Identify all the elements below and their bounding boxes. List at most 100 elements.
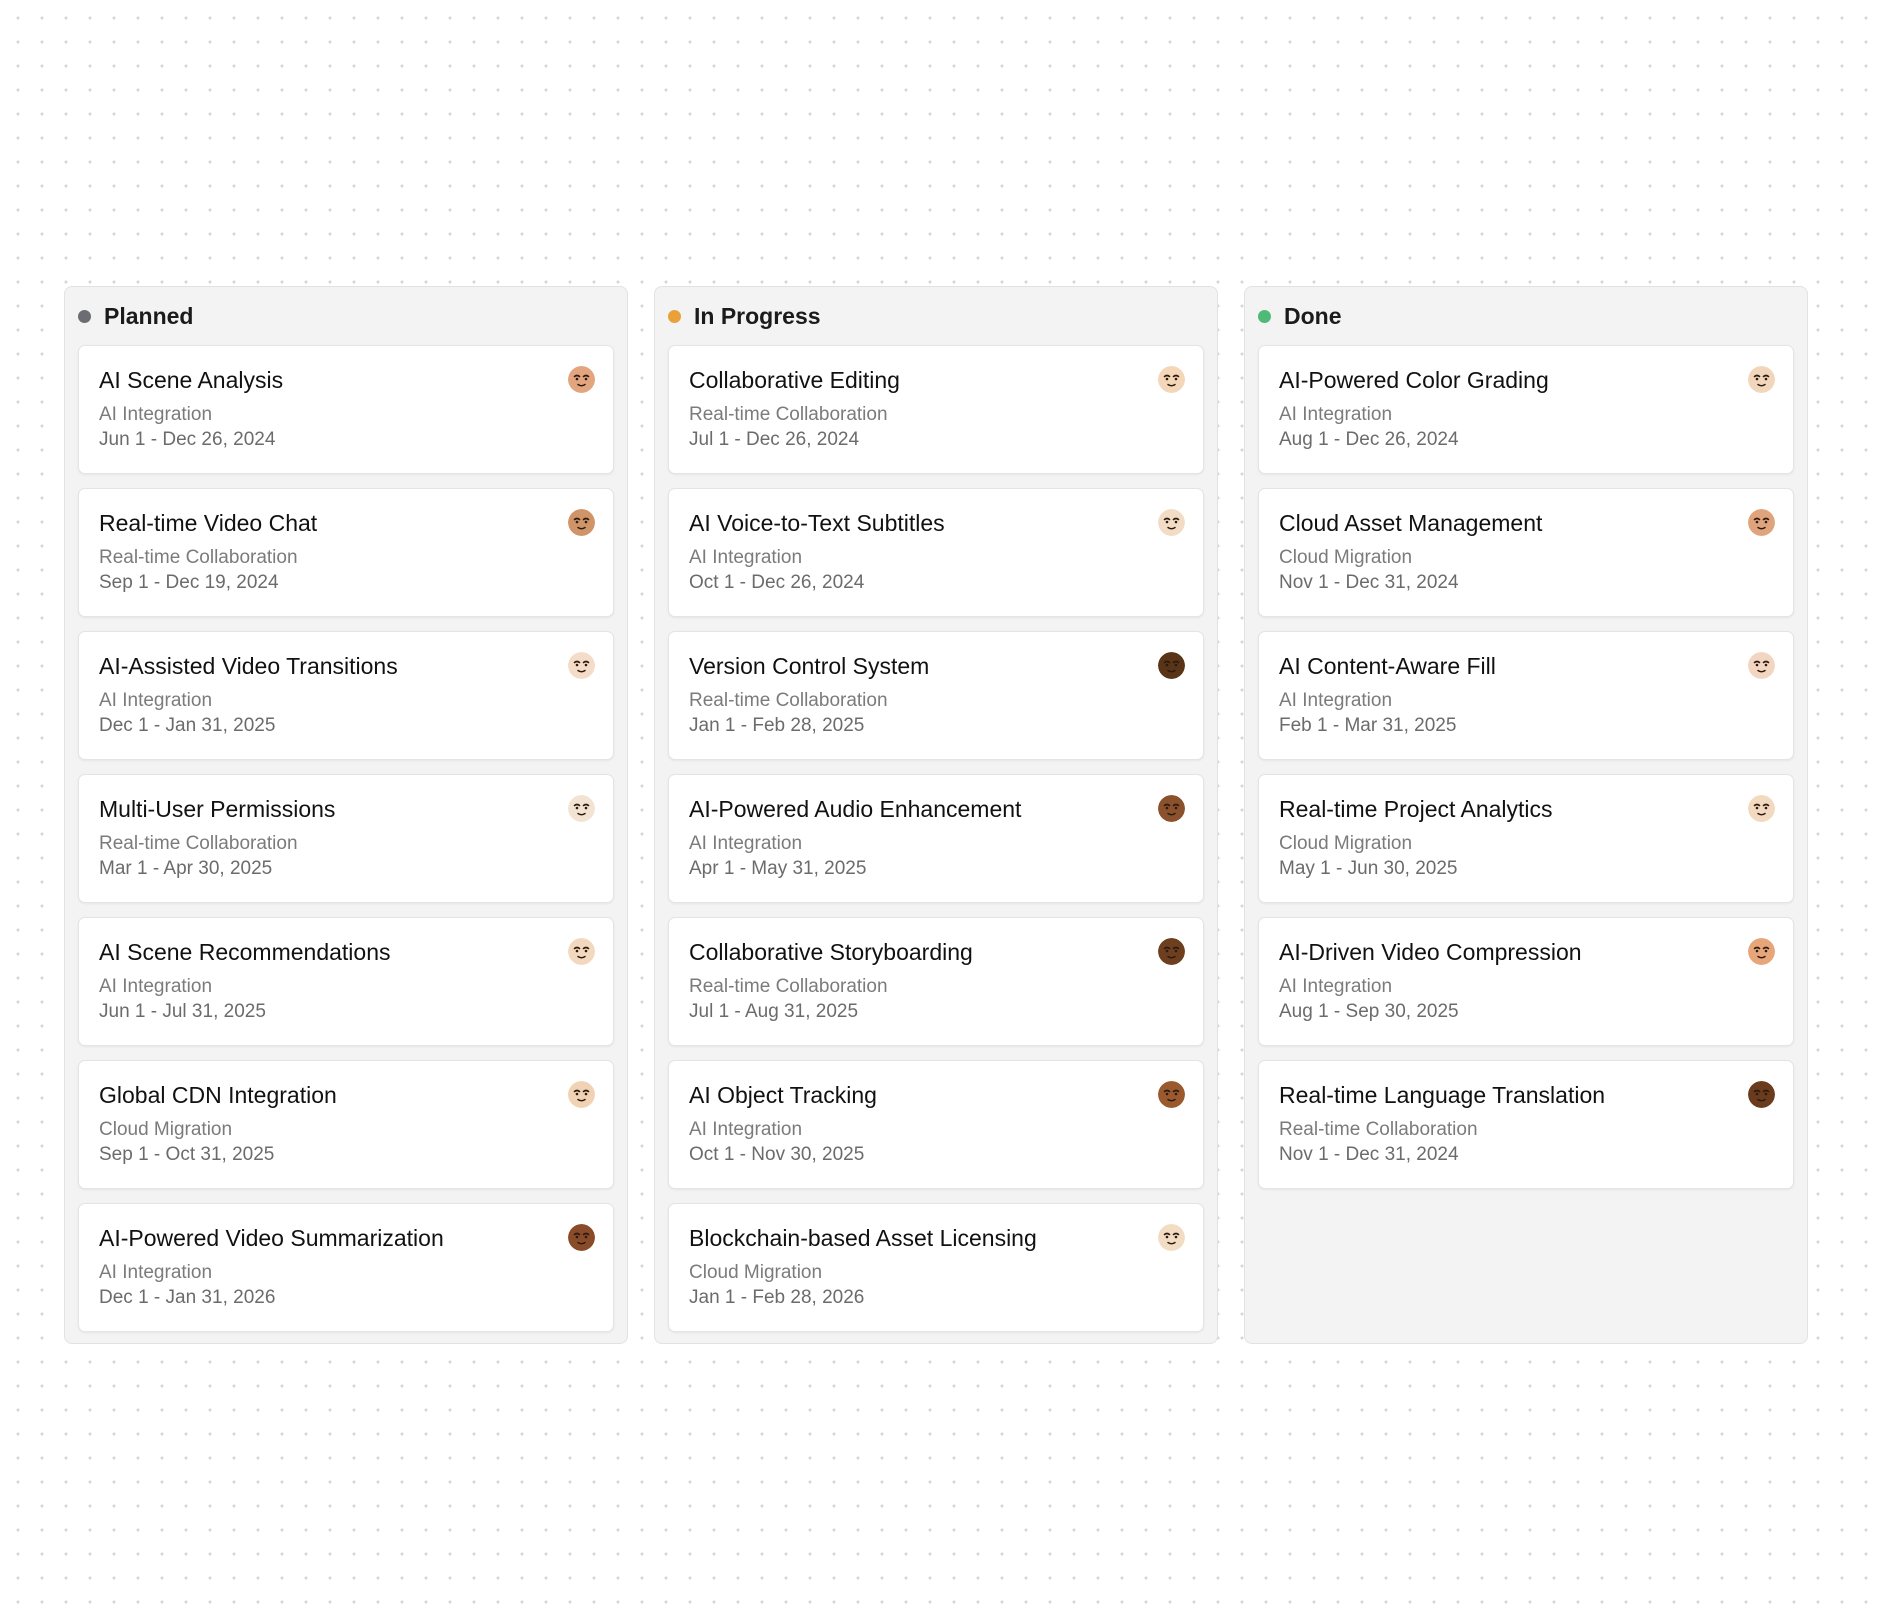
wink-face-icon (1158, 938, 1185, 965)
card-date-range: Oct 1 - Dec 26, 2024 (689, 572, 865, 593)
task-card[interactable]: AI-Driven Video Compression AI Integratio… (1258, 917, 1794, 1046)
column-title: In Progress (694, 302, 821, 329)
surprised-face-icon (568, 652, 595, 679)
avatar[interactable] (1748, 938, 1775, 965)
card-date-range: Apr 1 - May 31, 2025 (689, 858, 867, 879)
avatar[interactable] (1158, 938, 1185, 965)
avatar[interactable] (568, 938, 595, 965)
smirk-face-icon (1748, 366, 1775, 393)
task-card[interactable]: AI Scene Recommendations AI Integration Ju… (78, 917, 614, 1046)
avatar[interactable] (568, 1081, 595, 1108)
card-title: Collaborative Storyboarding (689, 939, 973, 965)
task-card[interactable]: Multi-User Permissions Real-time Collabor… (78, 774, 614, 903)
task-card[interactable]: Version Control System Real-time Collabor… (668, 631, 1204, 760)
card-category: Real-time Collaboration (99, 547, 298, 568)
task-card[interactable]: AI-Powered Audio Enhancement AI Integrati… (668, 774, 1204, 903)
column-header: Planned (78, 287, 614, 345)
card-list: AI Scene Analysis AI Integration Jun 1 - D… (78, 345, 614, 1332)
task-card[interactable]: Collaborative Storyboarding Real-time Col… (668, 917, 1204, 1046)
card-title: AI Voice-to-Text Subtitles (689, 510, 945, 536)
task-card[interactable]: AI-Powered Video Summarization AI Integra… (78, 1203, 614, 1332)
task-card[interactable]: Global CDN Integration Cloud Migration Sep… (78, 1060, 614, 1189)
wink-face-icon (1748, 795, 1775, 822)
happy-face-icon (1158, 366, 1185, 393)
column-header: In Progress (668, 287, 1204, 345)
card-title: AI-Powered Color Grading (1279, 367, 1549, 393)
calm-face-icon (568, 795, 595, 822)
avatar[interactable] (568, 1224, 595, 1251)
card-title: AI Scene Recommendations (99, 939, 391, 965)
avatar[interactable] (1748, 509, 1775, 536)
task-card[interactable]: AI Content-Aware Fill AI Integration Feb 1… (1258, 631, 1794, 760)
shocked-face-icon (568, 1224, 595, 1251)
card-date-range: Nov 1 - Dec 31, 2024 (1279, 1144, 1459, 1165)
card-category: AI Integration (689, 833, 803, 854)
task-card[interactable]: Real-time Video Chat Real-time Collaborat… (78, 488, 614, 617)
column-done: Done AI-Powered Color Grading AI Integrati… (1244, 286, 1808, 1344)
task-card[interactable]: AI Scene Analysis AI Integration Jun 1 - D… (78, 345, 614, 474)
avatar[interactable] (1748, 652, 1775, 679)
card-category: Real-time Collaboration (99, 833, 298, 854)
status-dot-icon (1258, 309, 1271, 323)
card-title: AI Content-Aware Fill (1279, 653, 1496, 679)
card-title: AI Object Tracking (689, 1082, 877, 1108)
avatar[interactable] (568, 795, 595, 822)
task-card[interactable]: AI-Assisted Video Transitions AI Integrat… (78, 631, 614, 760)
avatar[interactable] (1748, 795, 1775, 822)
sleepy-face-icon (1158, 652, 1185, 679)
card-category: Cloud Migration (99, 1119, 233, 1140)
avatar[interactable] (1748, 366, 1775, 393)
card-title: Version Control System (689, 653, 930, 679)
card-category: Cloud Migration (1279, 833, 1413, 854)
card-date-range: Jun 1 - Dec 26, 2024 (99, 429, 276, 450)
card-category: Real-time Collaboration (689, 976, 888, 997)
column-planned: Planned AI Scene Analysis AI Integration Ju… (64, 286, 628, 1344)
task-card[interactable]: Collaborative Editing Real-time Collabora… (668, 345, 1204, 474)
card-title: Real-time Video Chat (99, 510, 318, 536)
card-category: AI Integration (1279, 976, 1393, 997)
squint-face-icon (568, 366, 595, 393)
card-date-range: Jun 1 - Jul 31, 2025 (99, 1001, 266, 1022)
avatar[interactable] (1158, 509, 1185, 536)
card-date-range: Aug 1 - Dec 26, 2024 (1279, 429, 1459, 450)
card-date-range: Dec 1 - Jan 31, 2025 (99, 715, 276, 736)
task-card[interactable]: Blockchain-based Asset Licensing Cloud Mi… (668, 1203, 1204, 1332)
avatar[interactable] (568, 652, 595, 679)
card-title: Multi-User Permissions (99, 796, 336, 822)
avatar[interactable] (1158, 652, 1185, 679)
task-card[interactable]: Real-time Project Analytics Cloud Migrati… (1258, 774, 1794, 903)
avatar[interactable] (1158, 1224, 1185, 1251)
card-list: Collaborative Editing Real-time Collabora… (668, 345, 1204, 1332)
task-card[interactable]: Cloud Asset Management Cloud Migration Nov… (1258, 488, 1794, 617)
card-date-range: Sep 1 - Oct 31, 2025 (99, 1144, 275, 1165)
card-title: AI-Powered Audio Enhancement (689, 796, 1022, 822)
determined-face-icon (1748, 938, 1775, 965)
task-card[interactable]: Real-time Language Translation Real-time … (1258, 1060, 1794, 1189)
tongue-face-icon (1748, 652, 1775, 679)
card-category: AI Integration (1279, 690, 1393, 711)
card-date-range: Nov 1 - Dec 31, 2024 (1279, 572, 1459, 593)
task-card[interactable]: AI-Powered Color Grading AI Integration Au… (1258, 345, 1794, 474)
card-title: Blockchain-based Asset Licensing (689, 1225, 1037, 1251)
avatar[interactable] (1158, 1081, 1185, 1108)
kanban-board: Planned AI Scene Analysis AI Integration Ju… (64, 286, 1808, 1344)
card-category: AI Integration (1279, 404, 1393, 425)
task-card[interactable]: AI Object Tracking AI Integration Oct 1 - … (668, 1060, 1204, 1189)
card-date-range: Jul 1 - Dec 26, 2024 (689, 429, 860, 450)
puzzled-face-icon (1748, 509, 1775, 536)
task-card[interactable]: AI Voice-to-Text Subtitles AI Integration… (668, 488, 1204, 617)
card-title: Real-time Project Analytics (1279, 796, 1553, 822)
avatar[interactable] (568, 366, 595, 393)
avatar[interactable] (1158, 366, 1185, 393)
card-list: AI-Powered Color Grading AI Integration Au… (1258, 345, 1794, 1189)
column-title: Done (1284, 302, 1342, 329)
card-title: Real-time Language Translation (1279, 1082, 1606, 1108)
card-date-range: Sep 1 - Dec 19, 2024 (99, 572, 279, 593)
avatar[interactable] (1158, 795, 1185, 822)
avatar[interactable] (1748, 1081, 1775, 1108)
card-category: AI Integration (689, 1119, 803, 1140)
avatar[interactable] (568, 509, 595, 536)
card-title: AI-Driven Video Compression (1279, 939, 1582, 965)
card-title: AI Scene Analysis (99, 367, 284, 393)
card-category: AI Integration (99, 690, 213, 711)
